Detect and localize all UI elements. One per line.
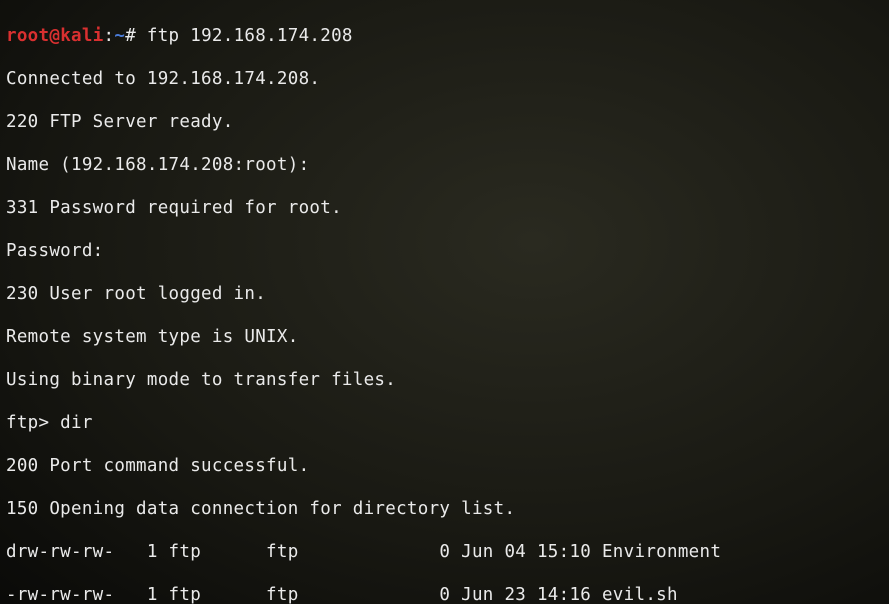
terminal-line: 150 Opening data connection for director… — [6, 499, 883, 521]
terminal-line: Remote system type is UNIX. — [6, 327, 883, 349]
dir-listing-row: drw-rw-rw- 1 ftp ftp 0 Jun 04 15:10 Envi… — [6, 542, 883, 564]
prompt-path: ~ — [114, 26, 125, 46]
terminal-line: Using binary mode to transfer files. — [6, 370, 883, 392]
dir-listing-row: -rw-rw-rw- 1 ftp ftp 0 Jun 23 14:16 evil… — [6, 585, 883, 604]
terminal-line: 220 FTP Server ready. — [6, 112, 883, 134]
terminal-line: 200 Port command successful. — [6, 456, 883, 478]
prompt-hash: # — [125, 26, 147, 46]
terminal-line: Name (192.168.174.208:root): — [6, 155, 883, 177]
terminal-line: Password: — [6, 241, 883, 263]
prompt-user: root — [6, 26, 49, 46]
command-text: ftp 192.168.174.208 — [147, 26, 353, 46]
prompt-at: @ — [49, 26, 60, 46]
terminal-line: 331 Password required for root. — [6, 198, 883, 220]
terminal-line: Connected to 192.168.174.208. — [6, 69, 883, 91]
terminal-window[interactable]: root@kali:~# ftp 192.168.174.208 Connect… — [0, 0, 889, 604]
prompt-host: kali — [60, 26, 103, 46]
ftp-prompt-line: ftp> dir — [6, 413, 883, 435]
terminal-line: 230 User root logged in. — [6, 284, 883, 306]
terminal-line: root@kali:~# ftp 192.168.174.208 — [6, 26, 883, 48]
prompt-colon: : — [104, 26, 115, 46]
